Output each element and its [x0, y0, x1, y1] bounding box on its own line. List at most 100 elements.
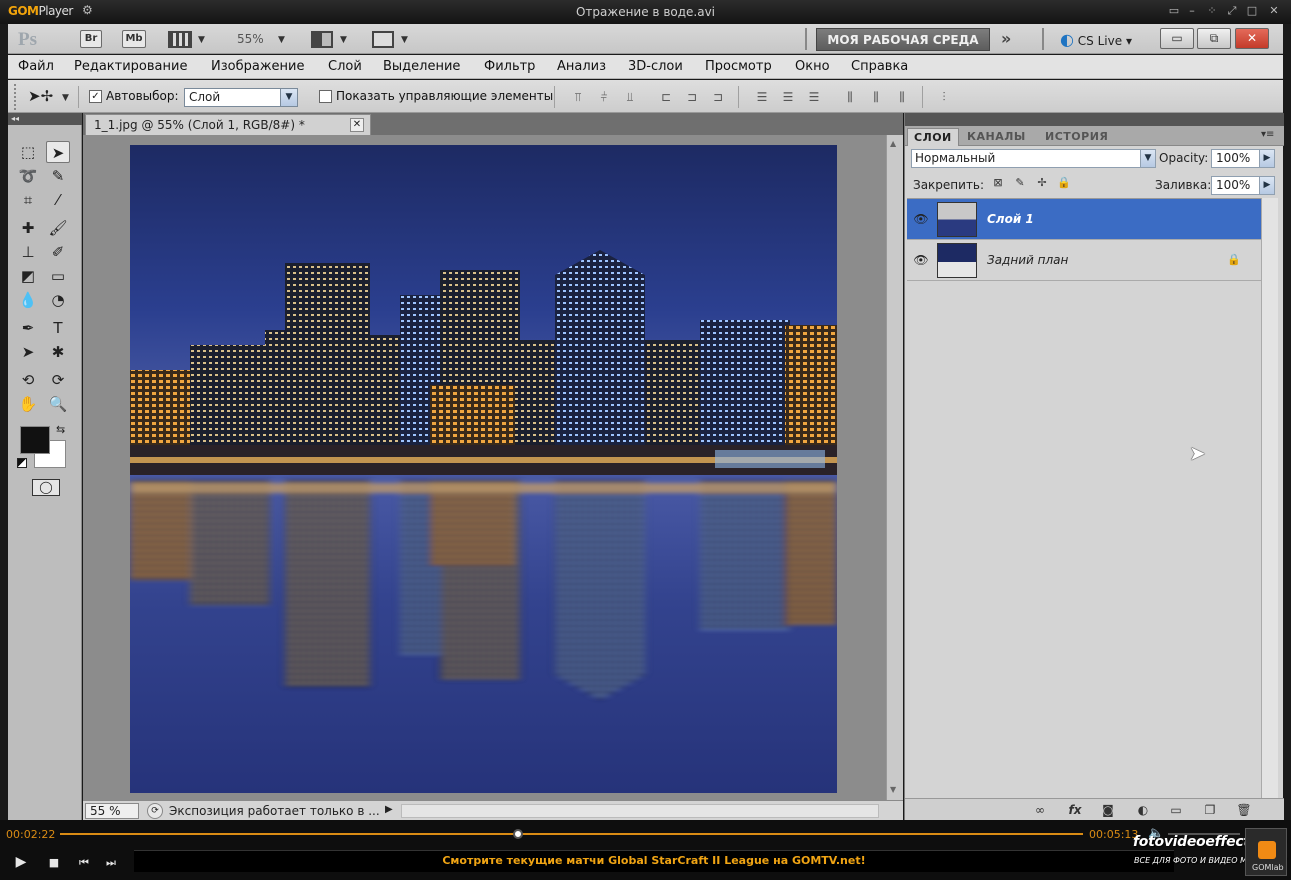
next-icon[interactable]: ⏭	[102, 856, 120, 870]
quick-select-tool-icon[interactable]: ✎	[46, 165, 70, 187]
tab-layers[interactable]: СЛОИ	[907, 128, 959, 146]
align-bottom-icon[interactable]: ⫫	[622, 90, 638, 104]
move-tool-icon[interactable]: ➤	[46, 141, 70, 163]
player-pin-icon[interactable]: ▭	[1166, 4, 1182, 18]
view-extras-icon[interactable]	[168, 31, 192, 48]
brush-tool-icon[interactable]: 🖌	[46, 217, 70, 239]
default-colors-icon[interactable]	[17, 458, 27, 468]
type-tool-icon[interactable]: T	[46, 317, 70, 339]
adjustment-layer-icon[interactable]: ◐	[1134, 802, 1152, 818]
align-left-icon[interactable]: ⊏	[658, 90, 674, 104]
previous-icon[interactable]: ⏮	[75, 856, 93, 870]
scroll-down-icon[interactable]: ▼	[890, 785, 896, 794]
player-maximize-button[interactable]: □	[1244, 4, 1260, 18]
swap-colors-icon[interactable]: ⇆	[56, 423, 65, 436]
canvas-vertical-scrollbar[interactable]: ▲ ▼	[886, 135, 903, 800]
scroll-up-icon[interactable]: ▲	[890, 139, 896, 148]
path-select-tool-icon[interactable]: ➤	[16, 341, 40, 363]
document-tab[interactable]: 1_1.jpg @ 55% (Слой 1, RGB/8#) * ✕	[85, 114, 371, 135]
ps-restore-button[interactable]: ⧉	[1197, 28, 1231, 49]
seek-thumb[interactable]	[513, 829, 524, 839]
distribute-bottom-icon[interactable]: ☰	[806, 90, 822, 104]
panels-header[interactable]	[905, 113, 1284, 126]
panel-menu-icon[interactable]: ▾≡	[1261, 129, 1274, 140]
minibridge-button[interactable]: Mb	[122, 30, 146, 48]
align-right-icon[interactable]: ⊐	[710, 90, 726, 104]
document-canvas[interactable]	[130, 145, 837, 793]
healing-brush-tool-icon[interactable]: ✚	[16, 217, 40, 239]
clone-stamp-tool-icon[interactable]: ⊥	[16, 241, 40, 263]
gradient-tool-icon[interactable]: ▭	[46, 265, 70, 287]
player-fullscreen-button[interactable]: ⤢	[1224, 4, 1240, 18]
chevron-down-icon[interactable]: ▼	[401, 35, 408, 45]
chevron-down-icon[interactable]: ▼	[278, 35, 285, 45]
pen-tool-icon[interactable]: ✒	[16, 317, 40, 339]
marquee-tool-icon[interactable]: ⬚	[16, 141, 40, 163]
menu-analysis[interactable]: Анализ	[557, 59, 606, 74]
ps-minimize-button[interactable]: ▭	[1160, 28, 1194, 49]
menu-filter[interactable]: Фильтр	[484, 59, 535, 74]
new-group-icon[interactable]: ▭	[1167, 802, 1185, 818]
eye-icon[interactable]: 👁	[911, 209, 931, 229]
bridge-button[interactable]: Br	[80, 30, 102, 48]
auto-align-icon[interactable]: ⫶	[936, 90, 952, 104]
distribute-vcenter-icon[interactable]: ☰	[780, 90, 796, 104]
distribute-top-icon[interactable]: ☰	[754, 90, 770, 104]
blend-mode-select[interactable]: Нормальный ▼	[911, 149, 1156, 168]
autoselect-target-select[interactable]: Слой ▼	[184, 88, 298, 107]
menu-help[interactable]: Справка	[851, 59, 908, 74]
distribute-left-icon[interactable]: ⫼	[842, 90, 858, 104]
chevron-right-icon[interactable]: ▶	[1259, 177, 1274, 194]
show-controls-checkbox[interactable]	[319, 89, 332, 103]
menu-layer[interactable]: Слой	[328, 59, 362, 74]
new-layer-icon[interactable]: ❐	[1201, 802, 1219, 818]
gomlab-button[interactable]: GOMlab	[1245, 828, 1287, 876]
tab-history[interactable]: ИСТОРИЯ	[1039, 128, 1114, 146]
status-menu-arrow-icon[interactable]: ▶	[385, 804, 393, 815]
link-layers-icon[interactable]: ∞	[1031, 802, 1049, 818]
lasso-tool-icon[interactable]: ➰	[16, 165, 40, 187]
ticker-text[interactable]: Смотрите текущие матчи Global StarCraft …	[134, 854, 1174, 867]
eraser-tool-icon[interactable]: ◩	[16, 265, 40, 287]
zoom-field[interactable]: 55 %	[85, 803, 139, 819]
autoselect-checkbox[interactable]: ✓	[89, 89, 102, 103]
menu-window[interactable]: Окно	[795, 59, 830, 74]
chevron-down-icon[interactable]: ▼	[198, 35, 205, 45]
opacity-field[interactable]: 100% ▶	[1211, 149, 1275, 168]
workspace-button[interactable]: МОЯ РАБОЧАЯ СРЕДА	[816, 28, 990, 51]
status-info-text[interactable]: Экспозиция работает только в ...	[169, 804, 380, 818]
zoom-level-select[interactable]: 55%	[237, 32, 264, 46]
foreground-color-swatch[interactable]	[20, 426, 50, 454]
align-vcenter-icon[interactable]: ⫩	[596, 90, 612, 104]
player-close-button[interactable]: ✕	[1266, 4, 1282, 18]
cs-live-button[interactable]: ◐ CS Live ▾	[1060, 30, 1132, 49]
seek-bar[interactable]	[60, 833, 1083, 835]
align-top-icon[interactable]: ⫪	[570, 90, 586, 104]
screen-mode-icon[interactable]	[372, 31, 394, 48]
align-hcenter-icon[interactable]: ⊐	[684, 90, 700, 104]
3d-rotate-tool-icon[interactable]: ⟲	[16, 369, 40, 391]
menu-file[interactable]: Файл	[18, 59, 54, 74]
lock-all-icon[interactable]: 🔒	[1057, 176, 1071, 190]
add-mask-icon[interactable]: ◙	[1099, 802, 1117, 818]
close-icon[interactable]: ✕	[350, 118, 364, 132]
menu-view[interactable]: Просмотр	[705, 59, 772, 74]
chevron-right-icon[interactable]: ▶	[1259, 150, 1274, 167]
stop-icon[interactable]: ■	[45, 856, 63, 869]
chevron-down-icon[interactable]: ▼	[62, 93, 69, 103]
zoom-tool-icon[interactable]: 🔍	[46, 393, 70, 415]
crop-tool-icon[interactable]: ⌗	[16, 189, 40, 211]
3d-orbit-tool-icon[interactable]: ⟳	[46, 369, 70, 391]
news-ticker[interactable]: Смотрите текущие матчи Global StarCraft …	[134, 850, 1174, 872]
menu-3d[interactable]: 3D-слои	[628, 59, 683, 74]
quick-mask-button[interactable]: ◯	[32, 479, 60, 496]
lock-pixels-icon[interactable]: ✎	[1013, 176, 1027, 190]
eye-icon[interactable]: 👁	[911, 250, 931, 270]
player-minimize-button[interactable]: –	[1184, 4, 1200, 18]
shape-tool-icon[interactable]: ✱	[46, 341, 70, 363]
ps-close-button[interactable]: ✕	[1235, 28, 1269, 49]
hand-tool-icon[interactable]: ✋	[16, 393, 40, 415]
canvas-viewport[interactable]	[83, 135, 886, 800]
arrange-documents-icon[interactable]	[311, 31, 333, 48]
distribute-right-icon[interactable]: ⫼	[894, 90, 910, 104]
